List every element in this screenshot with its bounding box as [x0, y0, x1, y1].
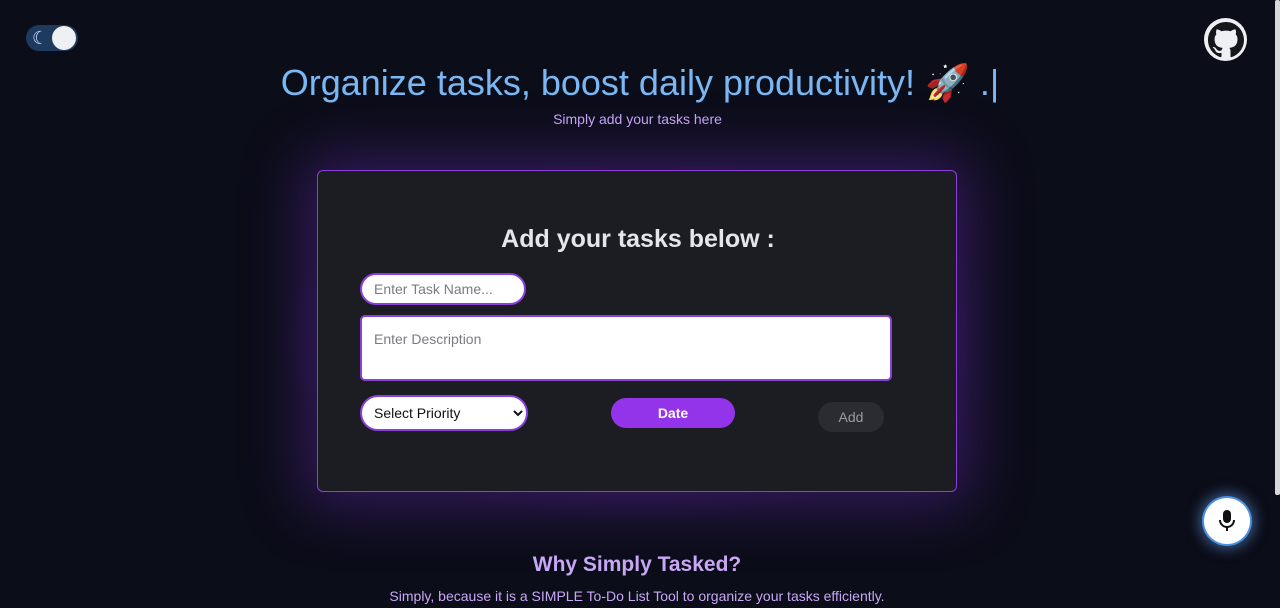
github-link[interactable]: [1204, 18, 1247, 61]
add-task-button[interactable]: Add: [818, 402, 884, 432]
why-title: Why Simply Tasked?: [532, 553, 742, 576]
toggle-knob: [52, 26, 76, 50]
voice-input-button[interactable]: [1204, 498, 1250, 544]
hero-title-text: Organize tasks, boost daily productivity…: [280, 62, 990, 103]
priority-select[interactable]: Select Priority: [360, 395, 528, 431]
form-heading: Add your tasks below :: [501, 225, 775, 253]
why-text: Simply, because it is a SIMPLE To-Do Lis…: [389, 588, 885, 604]
github-icon: [1207, 21, 1244, 57]
task-description-input[interactable]: [360, 315, 892, 381]
microphone-icon: [1219, 510, 1235, 531]
typing-cursor: |: [989, 62, 1000, 103]
task-form-card: Add your tasks below : Select Priority D…: [317, 170, 957, 492]
scrollbar-thumb[interactable]: [1275, 0, 1280, 495]
theme-toggle[interactable]: ☾: [26, 25, 78, 51]
date-button[interactable]: Date: [611, 398, 735, 428]
hero-title: Organize tasks, boost daily productivity…: [0, 62, 1280, 104]
hero-subtitle: Simply add your tasks here: [553, 111, 722, 127]
moon-icon: ☾: [32, 28, 49, 48]
task-name-input[interactable]: [360, 273, 526, 305]
